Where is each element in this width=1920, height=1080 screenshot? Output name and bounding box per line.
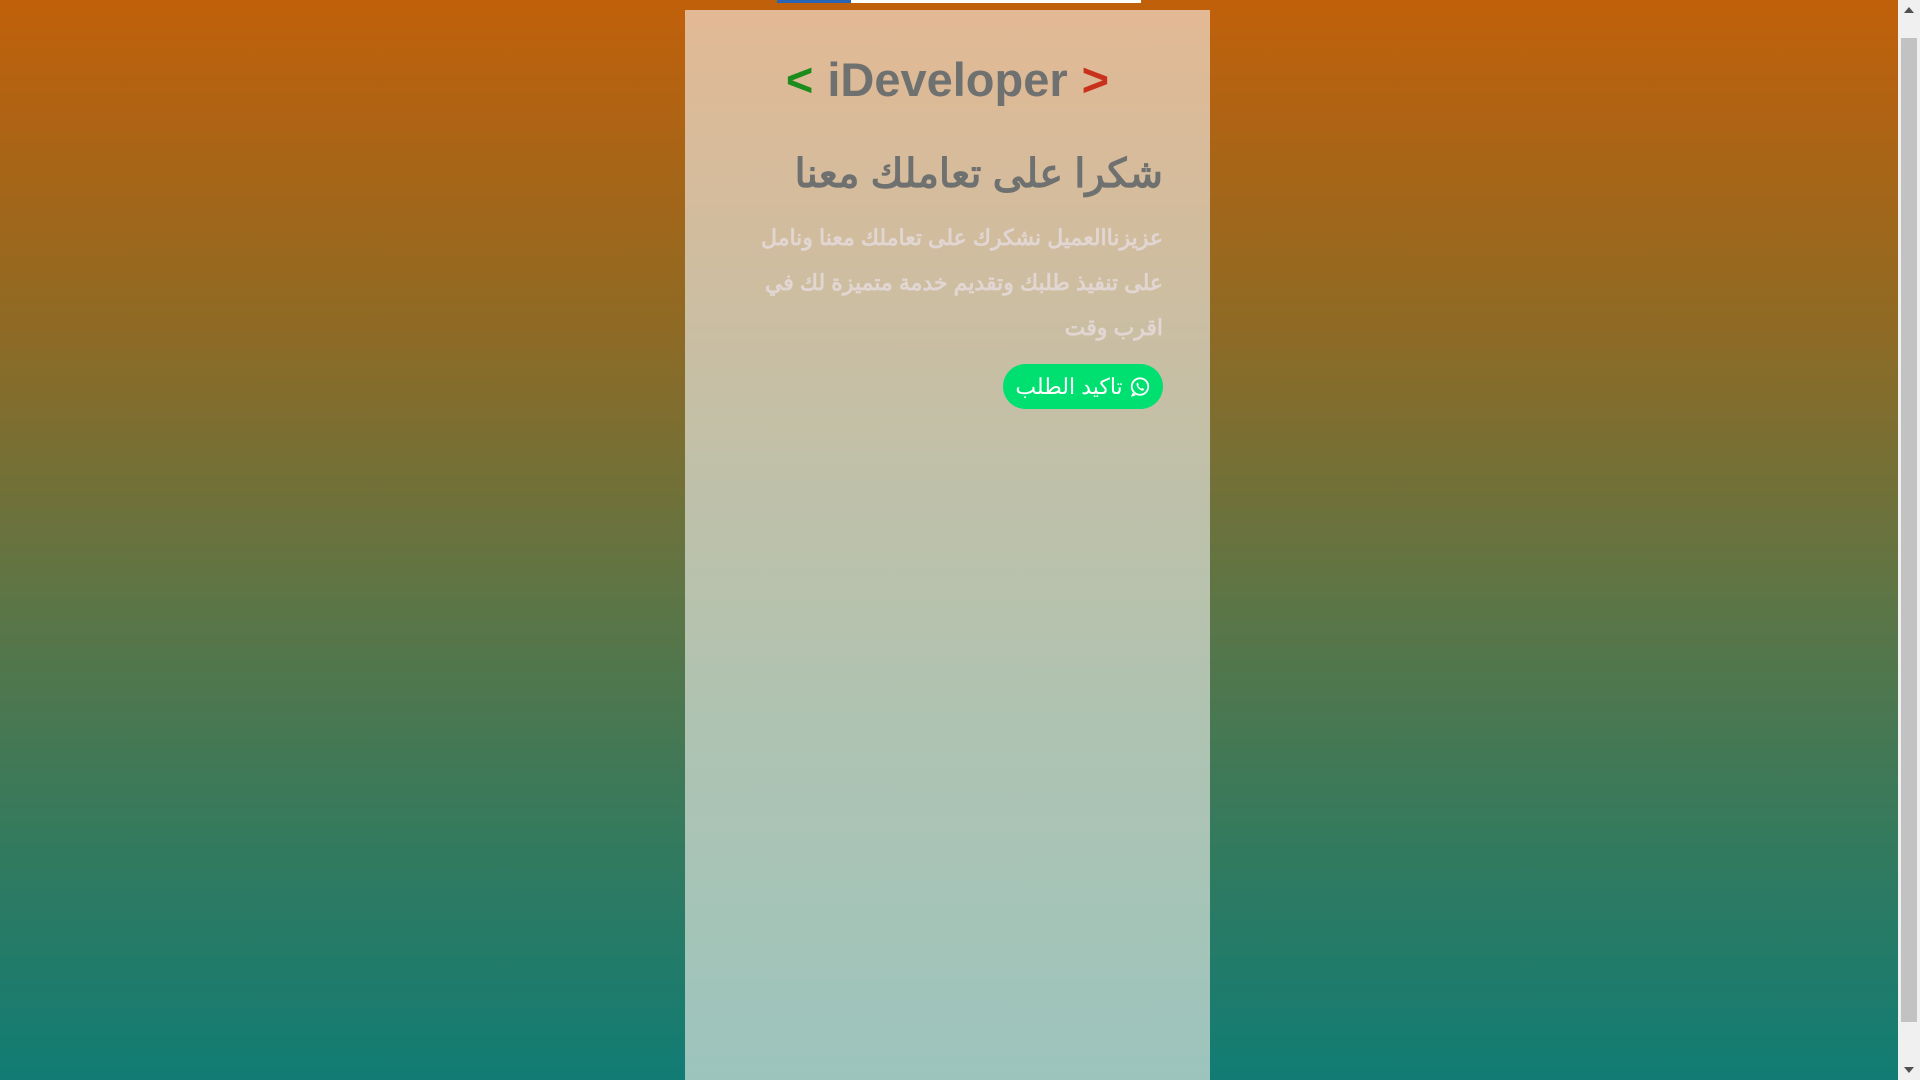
thank-you-card: < iDeveloper > شكرا على تعاملك معنا عزيزنا… bbox=[685, 10, 1210, 1080]
page-heading: شكرا على تعاملك معنا bbox=[794, 152, 1163, 196]
thank-you-message: عزيزناالعميل نشكرك على تعاملك معنا ونامل… bbox=[761, 225, 1163, 340]
scroll-down-arrow-icon[interactable] bbox=[1898, 1060, 1920, 1080]
scrollbar-thumb[interactable] bbox=[1901, 38, 1917, 1022]
whatsapp-icon bbox=[1129, 376, 1151, 398]
logo-close-bracket: > bbox=[1081, 53, 1110, 106]
top-strip-button[interactable] bbox=[777, 0, 851, 3]
site-logo: < iDeveloper > bbox=[685, 46, 1210, 114]
top-input-strip[interactable] bbox=[777, 0, 1141, 3]
confirm-order-label: تاكيد الطلب bbox=[1015, 373, 1123, 399]
logo-name: iDeveloper bbox=[827, 53, 1068, 106]
confirm-order-button[interactable]: تاكيد الطلب bbox=[1003, 364, 1163, 409]
page-background: < iDeveloper > شكرا على تعاملك معنا عزيزنا… bbox=[0, 0, 1898, 1080]
scroll-up-arrow-icon[interactable] bbox=[1898, 0, 1920, 20]
logo-open-bracket: < bbox=[785, 53, 814, 106]
vertical-scrollbar[interactable] bbox=[1898, 0, 1920, 1080]
